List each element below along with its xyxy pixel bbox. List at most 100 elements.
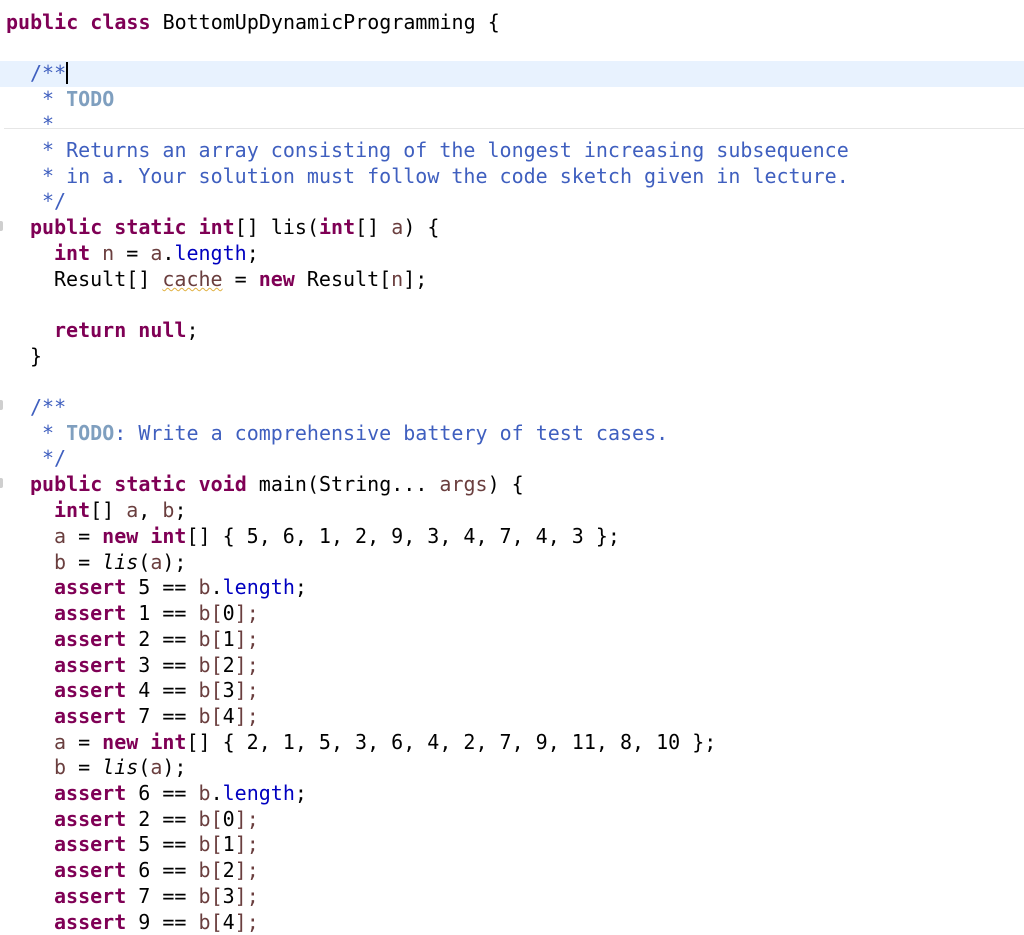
keyword-assert: assert (54, 601, 126, 625)
assert-line[interactable]: assert 1 == b[0]; (0, 601, 1024, 627)
method-name: [] lis( (235, 215, 319, 239)
var-a: a (54, 730, 66, 754)
code-text: = (114, 241, 150, 265)
index-value: 4 (223, 910, 235, 934)
index-value: 0 (223, 807, 235, 831)
code-text: ]; (235, 910, 259, 934)
comment-star: * (42, 112, 54, 136)
assert-line[interactable]: assert 3 == b[2]; (0, 653, 1024, 679)
assert-line[interactable]: assert 7 == b[4]; (0, 704, 1024, 730)
keyword-assert: assert (54, 678, 126, 702)
code-text: Result[ (295, 267, 391, 291)
doc-comment-line[interactable]: */ (0, 446, 1024, 472)
var-b: b (199, 910, 211, 934)
assert-line[interactable]: assert 5 == b[1]; (0, 832, 1024, 858)
code-text: ) { (488, 472, 524, 496)
lis-call-line[interactable]: b = lis(a); (0, 550, 1024, 576)
code-text: ]; (235, 704, 259, 728)
assert-line[interactable]: assert 6 == b[2]; (0, 858, 1024, 884)
code-text: [] (355, 215, 391, 239)
expected-value: 2 (138, 807, 150, 831)
expected-value: 4 (138, 678, 150, 702)
code-text: ]; (235, 807, 259, 831)
var-b: b (199, 781, 211, 805)
assert-line[interactable]: assert 7 == b[3]; (0, 884, 1024, 910)
array-assignment-line[interactable]: a = new int[] { 5, 6, 1, 2, 9, 3, 4, 7, … (0, 524, 1024, 550)
field-length: length (174, 241, 246, 265)
class-declaration-line[interactable]: public class BottomUpDynamicProgramming … (0, 10, 1024, 36)
assert-line[interactable]: assert 2 == b[1]; (0, 627, 1024, 653)
main-signature-line[interactable]: public static void main(String... args) … (0, 472, 1024, 498)
assert-line[interactable]: assert 5 == b.length; (0, 575, 1024, 601)
doc-comment-open: /** (30, 395, 66, 419)
code-text: == (150, 575, 198, 599)
doc-comment-line[interactable]: */ (0, 189, 1024, 215)
code-line[interactable]: } (0, 344, 1024, 370)
code-line[interactable]: Result[] cache = new Result[n]; (0, 267, 1024, 293)
assert-line[interactable]: assert 2 == b[0]; (0, 807, 1024, 833)
comment-text: * in a. Your solution must follow the co… (42, 164, 849, 188)
lis-signature-line[interactable]: public static int[] lis(int[] a) { (0, 215, 1024, 241)
var-b: b (162, 498, 174, 522)
keyword-assert: assert (54, 653, 126, 677)
current-line[interactable]: /** (0, 61, 1024, 87)
assert-line[interactable]: assert 9 == b[4]; (0, 910, 1024, 935)
expected-value: 3 (138, 653, 150, 677)
index-value: 3 (223, 884, 235, 908)
code-text: ); (162, 550, 186, 574)
var-b: b (199, 704, 211, 728)
code-text: ; (295, 575, 307, 599)
method-call-lis: lis (102, 550, 138, 574)
doc-comment-line[interactable]: * in a. Your solution must follow the co… (0, 164, 1024, 190)
index-value: 0 (223, 601, 235, 625)
close-brace: } (30, 344, 42, 368)
keyword-assert: assert (54, 807, 126, 831)
field-length: length (223, 575, 295, 599)
var-a: a (150, 755, 162, 779)
code-text: Result[] (54, 267, 162, 291)
doc-comment-line[interactable]: /** (0, 395, 1024, 421)
lis-call-line[interactable]: b = lis(a); (0, 755, 1024, 781)
var-b: b (199, 832, 211, 856)
code-text: ; (247, 241, 259, 265)
keyword-assert: assert (54, 910, 126, 934)
code-text: ]; (403, 267, 427, 291)
var-cache-warning[interactable]: cache (162, 267, 222, 291)
var-b: b (199, 601, 211, 625)
code-line[interactable]: int n = a.length; (0, 241, 1024, 267)
code-text: = (66, 730, 102, 754)
code-line[interactable]: int[] a, b; (0, 498, 1024, 524)
var-a: a (54, 524, 66, 548)
doc-comment-line[interactable]: * TODO: Write a comprehensive battery of… (0, 421, 1024, 447)
assert-line[interactable]: assert 6 == b.length; (0, 781, 1024, 807)
code-text: [] (186, 524, 222, 548)
code-text: ]; (235, 858, 259, 882)
index-value: 2 (223, 858, 235, 882)
keyword-static: static (114, 472, 186, 496)
code-text: ; (174, 498, 186, 522)
var-b: b (199, 678, 211, 702)
code-text: ]; (235, 653, 259, 677)
keyword-int: int (54, 241, 90, 265)
todo-tag: TODO (66, 87, 114, 111)
expected-value: 6 (138, 858, 150, 882)
var-b: b (54, 755, 66, 779)
assert-line[interactable]: assert 4 == b[3]; (0, 678, 1024, 704)
code-line[interactable]: return null; (0, 318, 1024, 344)
text-caret (66, 62, 68, 84)
code-text: == (150, 627, 198, 651)
code-text: , (138, 498, 162, 522)
array-assignment-line[interactable]: a = new int[] { 2, 1, 5, 3, 6, 4, 2, 7, … (0, 730, 1024, 756)
code-editor[interactable]: public class BottomUpDynamicProgramming … (0, 0, 1024, 927)
comment-star: * (42, 421, 66, 445)
doc-comment-line[interactable]: * TODO (0, 87, 1024, 113)
keyword-public: public (6, 10, 78, 34)
expected-value: 2 (138, 627, 150, 651)
var-n: n (102, 241, 114, 265)
doc-comment-line[interactable]: * Returns an array consisting of the lon… (0, 138, 1024, 164)
code-text: [] (186, 730, 222, 754)
code-text: ]; (235, 884, 259, 908)
keyword-assert: assert (54, 858, 126, 882)
doc-comment-line[interactable]: * (0, 112, 1024, 138)
keyword-assert: assert (54, 575, 126, 599)
